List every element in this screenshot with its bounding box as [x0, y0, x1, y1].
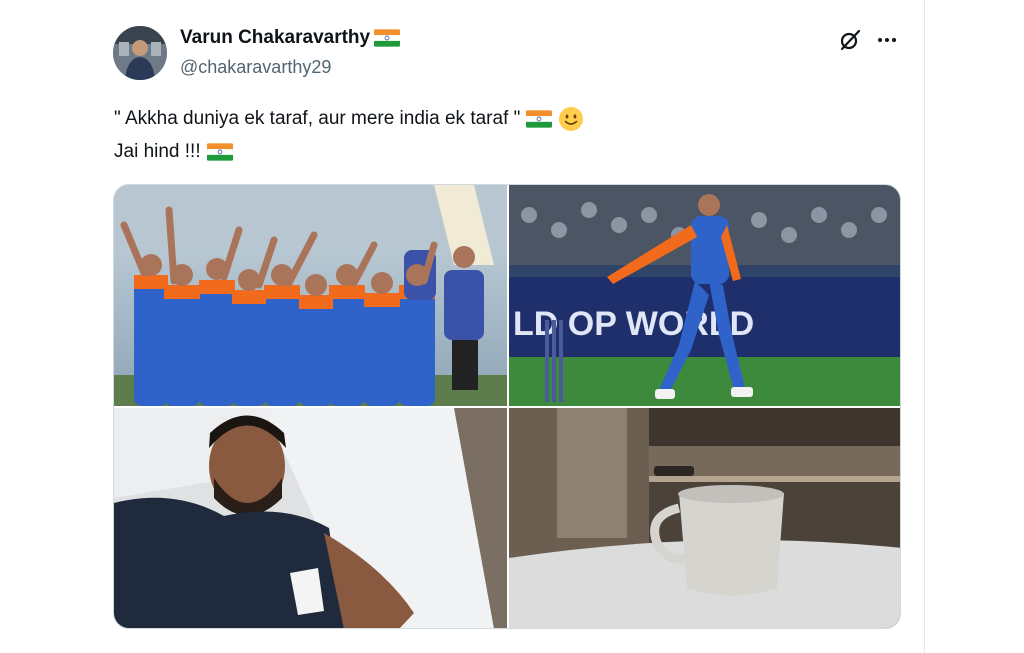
tweet-text-jai-hind: Jai hind !!!	[114, 141, 201, 162]
slightly-smiling-face-icon	[558, 106, 584, 132]
tweet-text-quote: " Akkha duniya ek taraf, aur mere india …	[114, 108, 521, 129]
column-divider	[924, 0, 925, 653]
tweet: Varun Chakaravarthy @chakaravarthy29 " A…	[0, 0, 924, 653]
team-celebration-photo[interactable]	[114, 185, 507, 406]
india-flag-icon	[526, 109, 553, 128]
india-flag-icon	[206, 142, 233, 161]
coffee-mug-on-bed-photo[interactable]	[509, 408, 900, 628]
avatar[interactable]	[113, 26, 167, 80]
tweet-text-line-2: Jai hind !!!	[114, 135, 584, 168]
india-flag-icon	[374, 29, 401, 47]
media-grid: LD OP WORLD	[113, 184, 901, 629]
selfie-in-bed-photo[interactable]	[114, 408, 507, 628]
author-display-name[interactable]: Varun Chakaravarthy	[180, 27, 370, 49]
tweet-text-line-1: " Akkha duniya ek taraf, aur mere india …	[114, 102, 584, 135]
tweet-text: " Akkha duniya ek taraf, aur mere india …	[114, 102, 584, 168]
author-handle[interactable]: @chakaravarthy29	[180, 57, 331, 78]
bowler-celebration-photo[interactable]: LD OP WORLD	[509, 185, 900, 406]
more-options-icon[interactable]	[875, 28, 899, 52]
grok-icon[interactable]	[838, 28, 862, 52]
author-name-row[interactable]: Varun Chakaravarthy	[180, 27, 401, 49]
